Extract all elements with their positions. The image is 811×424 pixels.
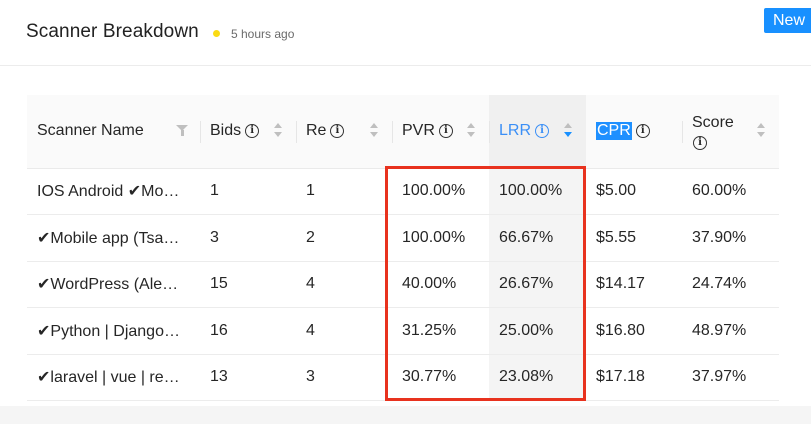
column-label: LRR (499, 122, 532, 140)
sort-icon[interactable] (467, 123, 477, 139)
cell-pvr: 30.77% (392, 354, 489, 401)
cell-lrr: 66.67% (489, 214, 586, 262)
cell-re: 3 (296, 354, 392, 401)
card-title: Scanner Breakdown (26, 21, 199, 42)
cell-lrr: 23.08% (489, 354, 586, 401)
info-icon[interactable]: i (693, 136, 707, 151)
cell-pvr: 31.25% (392, 307, 489, 355)
cell-re: 1 (296, 168, 392, 215)
cell-cpr: $17.18 (586, 354, 682, 401)
cell-score: 48.97% (682, 307, 779, 355)
status-dot (213, 30, 220, 37)
column-label: Scanner Name (37, 122, 144, 140)
cell-scanner-name: ✔Mobile app (Tsa… (27, 214, 200, 262)
info-icon[interactable]: i (330, 124, 345, 139)
new-button[interactable]: New (764, 8, 811, 33)
cell-pvr: 100.00% (392, 214, 489, 262)
table-row[interactable]: ✔WordPress (Ale… 15 4 40.00% 26.67% $14.… (27, 261, 779, 308)
table-row[interactable]: ✔laravel | vue | re… 13 3 30.77% 23.08% … (27, 354, 779, 401)
cell-lrr: 100.00% (489, 168, 586, 215)
sort-icon[interactable] (274, 123, 284, 139)
info-icon[interactable]: i (635, 124, 650, 139)
cell-bids: 16 (200, 307, 296, 355)
card-header: Scanner Breakdown 5 hours ago New (0, 0, 811, 66)
cell-scanner-name: ✔Python | Django… (27, 307, 200, 355)
column-header-scanner-name[interactable]: Scanner Name (27, 95, 200, 169)
cell-score: 37.90% (682, 214, 779, 262)
timestamp: 5 hours ago (231, 27, 295, 41)
cell-lrr: 26.67% (489, 261, 586, 308)
cell-score: 24.74% (682, 261, 779, 308)
cell-bids: 15 (200, 261, 296, 308)
column-header-cpr[interactable]: CPR i (586, 95, 682, 169)
column-label: CPR (596, 122, 632, 141)
cell-cpr: $5.55 (586, 214, 682, 262)
cell-re: 4 (296, 261, 392, 308)
column-label: Re (306, 122, 327, 140)
table-row[interactable]: IOS Android ✔Mo… 1 1 100.00% 100.00% $5.… (27, 168, 779, 215)
sort-icon[interactable] (370, 123, 380, 139)
table-row[interactable]: ✔Python | Django… 16 4 31.25% 25.00% $16… (27, 307, 779, 355)
column-header-pvr[interactable]: PVR i (392, 95, 489, 169)
cell-scanner-name: ✔laravel | vue | re… (27, 354, 200, 401)
info-icon[interactable]: i (245, 124, 260, 139)
table-header-row: Scanner Name Bids i Re i PVR i LRR i CPR… (27, 95, 779, 169)
column-label: Bids (210, 122, 242, 140)
cell-pvr: 100.00% (392, 168, 489, 215)
cell-re: 4 (296, 307, 392, 355)
cell-cpr: $14.17 (586, 261, 682, 308)
cell-bids: 13 (200, 354, 296, 401)
cell-pvr: 40.00% (392, 261, 489, 308)
column-label: PVR (402, 122, 435, 140)
column-header-bids[interactable]: Bids i (200, 95, 296, 169)
scanner-table: Scanner Name Bids i Re i PVR i LRR i CPR… (27, 95, 779, 401)
column-header-score[interactable]: Score i (682, 95, 779, 169)
sort-descending-icon[interactable] (564, 123, 574, 139)
cell-scanner-name: IOS Android ✔Mo… (27, 168, 200, 215)
cell-lrr: 25.00% (489, 307, 586, 355)
column-header-re[interactable]: Re i (296, 95, 392, 169)
scanner-breakdown-card: Scanner Breakdown 5 hours ago New Scanne… (0, 0, 811, 406)
cell-bids: 3 (200, 214, 296, 262)
info-icon[interactable]: i (438, 124, 453, 139)
cell-re: 2 (296, 214, 392, 262)
column-header-lrr[interactable]: LRR i (489, 95, 586, 169)
cell-score: 37.97% (682, 354, 779, 401)
info-icon[interactable]: i (535, 124, 550, 139)
cell-cpr: $5.00 (586, 168, 682, 215)
cell-bids: 1 (200, 168, 296, 215)
cell-cpr: $16.80 (586, 307, 682, 355)
filter-icon[interactable] (176, 125, 188, 137)
cell-scanner-name: ✔WordPress (Ale… (27, 261, 200, 308)
cell-score: 60.00% (682, 168, 779, 215)
table-row[interactable]: ✔Mobile app (Tsa… 3 2 100.00% 66.67% $5.… (27, 214, 779, 262)
sort-icon[interactable] (757, 123, 767, 139)
